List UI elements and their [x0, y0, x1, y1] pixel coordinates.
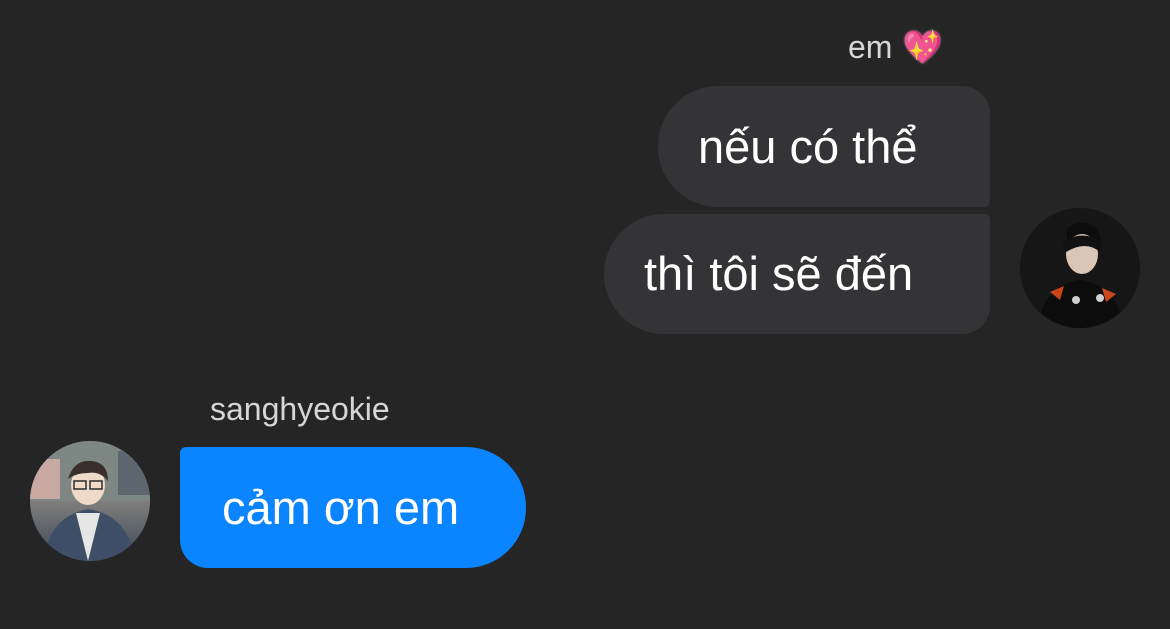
- outgoing-user-avatar[interactable]: [1020, 208, 1140, 328]
- person-avatar-icon: [1020, 208, 1140, 328]
- message-bubble-outgoing[interactable]: thì tôi sẽ đến: [604, 214, 990, 334]
- incoming-sender-name: sanghyeokie: [210, 390, 390, 428]
- message-bubble-outgoing[interactable]: nếu có thể: [658, 86, 990, 207]
- message-bubble-incoming[interactable]: cảm ơn em: [180, 447, 526, 568]
- message-text: nếu có thể: [698, 119, 918, 173]
- sparkling-heart-icon: 💖: [902, 28, 943, 66]
- person-avatar-icon: [30, 441, 150, 561]
- message-text: thì tôi sẽ đến: [644, 247, 914, 300]
- incoming-user-avatar[interactable]: [30, 441, 150, 561]
- incoming-sender-label: sanghyeokie: [210, 391, 390, 427]
- message-text: cảm ơn em: [222, 480, 460, 534]
- outgoing-sender-label: em: [848, 29, 893, 65]
- outgoing-sender-name: em 💖: [848, 28, 942, 66]
